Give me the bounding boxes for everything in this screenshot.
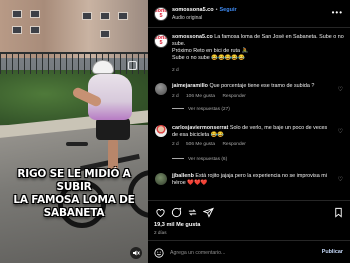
author-username[interactable]: somossona5.co	[172, 7, 214, 13]
video-caption-line1: RIGO SE LE MIDIÓ A SUBIR	[17, 168, 131, 193]
comment-like-heart-icon[interactable]: ♡	[338, 86, 343, 93]
bookmark-icon[interactable]	[332, 206, 344, 218]
video-background-building	[0, 0, 148, 58]
comment-like-heart-icon[interactable]: ♡	[338, 176, 343, 183]
reply-button[interactable]: Responder	[222, 94, 245, 99]
speaker-muted-icon	[133, 250, 140, 256]
video-caption-overlay: RIGO SE LE MIDIÓ A SUBIR LA FAMOSA LOMA …	[0, 168, 148, 220]
repost-icon[interactable]	[186, 206, 198, 218]
share-icon[interactable]	[202, 206, 214, 218]
likes-count[interactable]: 19,3 mil Me gusta	[154, 222, 200, 228]
audio-link[interactable]: Audio original	[172, 15, 202, 21]
post-actions-bar	[148, 200, 350, 222]
commenter-username[interactable]: jaimejaramillo	[172, 83, 208, 89]
rider-helmet	[92, 60, 114, 74]
video-caption-line2: LA FAMOSA LOMA DE SABANETA	[13, 194, 135, 219]
caption-line2: Próximo Reto en bici de ruta 🚴	[172, 48, 249, 54]
bicycle-handlebar	[66, 142, 88, 146]
post-panel: sona 5 somossona5.co • Seguir Audio origin…	[148, 0, 350, 263]
mute-button[interactable]	[130, 247, 142, 259]
comment-age: 2 d	[172, 142, 179, 147]
caption-author-username[interactable]: somossona5.co	[172, 34, 213, 40]
more-options-icon[interactable]: •••	[332, 8, 343, 17]
view-replies-button[interactable]: Ver respuestas (6)	[172, 157, 227, 162]
comment-age: 2 d	[172, 94, 179, 99]
emoji-icon[interactable]	[154, 248, 164, 258]
video-player[interactable]: RIGO SE LE MIDIÓ A SUBIR LA FAMOSA LOMA …	[0, 0, 148, 263]
caption-age: 2 d	[172, 68, 179, 73]
view-replies-button[interactable]: Ver respuestas (27)	[172, 107, 230, 112]
post-header: sona 5 somossona5.co • Seguir Audio origin…	[148, 0, 350, 28]
tagged-users-icon[interactable]	[128, 61, 137, 70]
post-age: 2 días	[154, 230, 167, 235]
comment-likes[interactable]: 106 Me gusta	[186, 94, 215, 99]
publish-button[interactable]: Publicar	[322, 249, 343, 255]
commenter-avatar[interactable]	[155, 83, 167, 95]
commenter-username[interactable]: jjballenb	[172, 173, 194, 179]
heart-icon[interactable]	[154, 206, 166, 218]
comment-like-heart-icon[interactable]: ♡	[338, 128, 343, 135]
author-avatar[interactable]: sona 5	[154, 7, 168, 21]
reply-button[interactable]: Responder	[222, 142, 245, 147]
commenter-avatar[interactable]	[155, 125, 167, 137]
commenter-avatar[interactable]	[155, 173, 167, 185]
caption-line3: Sube o no sube 😂😂😂😂😂	[172, 55, 245, 61]
comment-likes[interactable]: 506 Me gusta	[186, 142, 215, 147]
follow-button[interactable]: Seguir	[220, 7, 237, 13]
commenter-username[interactable]: carlosjaviermonserrat	[172, 125, 228, 131]
add-comment-bar: Publicar	[148, 240, 350, 263]
comment-icon[interactable]	[170, 206, 182, 218]
comment-text: Que porcentaje tiene ese tramo de subida…	[209, 83, 315, 89]
video-background-railing	[0, 52, 148, 74]
caption-author-avatar[interactable]: sona 5	[154, 34, 168, 48]
comment-input[interactable]	[170, 248, 310, 258]
comment-text: Está rojito jajaja pero la experiencia n…	[172, 173, 327, 186]
